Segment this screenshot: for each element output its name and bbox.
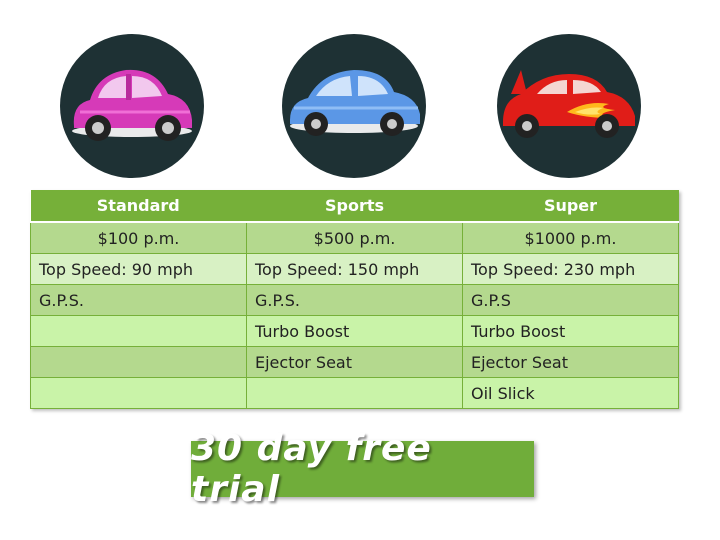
table-row-ejector: Ejector Seat Ejector Seat	[30, 346, 679, 378]
table-row-price: $100 p.m. $500 p.m. $1000 p.m.	[30, 221, 679, 254]
table-cell: Turbo Boost	[246, 315, 463, 347]
table-cell	[30, 377, 247, 409]
table-cell: Top Speed: 90 mph	[30, 253, 247, 285]
table-cell: G.P.S	[462, 284, 679, 316]
sports-car-badge	[282, 34, 426, 178]
header-sports: Sports	[246, 190, 463, 223]
price-super: $1000 p.m.	[462, 221, 679, 254]
table-cell: Oil Slick	[462, 377, 679, 409]
free-trial-banner: 30 day free trial	[191, 428, 534, 510]
table-cell	[30, 346, 247, 378]
red-flame-supercar-icon	[503, 70, 635, 138]
pricing-table: Standard Sports Super $100 p.m. $500 p.m…	[30, 190, 679, 409]
table-row-turbo: Turbo Boost Turbo Boost	[30, 315, 679, 347]
table-cell: Top Speed: 150 mph	[246, 253, 463, 285]
header-standard: Standard	[30, 190, 247, 223]
table-cell	[30, 315, 247, 347]
table-row-top-speed: Top Speed: 90 mph Top Speed: 150 mph Top…	[30, 253, 679, 285]
super-car-badge	[497, 34, 641, 178]
blue-sports-car-icon	[290, 70, 420, 136]
table-cell: Turbo Boost	[462, 315, 679, 347]
free-trial-text: 30 day free trial	[191, 428, 432, 510]
price-standard: $100 p.m.	[30, 221, 247, 254]
standard-car-badge	[60, 34, 204, 178]
price-sports: $500 p.m.	[246, 221, 463, 254]
table-cell: Ejector Seat	[462, 346, 679, 378]
header-super: Super	[462, 190, 679, 223]
table-header-row: Standard Sports Super	[30, 190, 679, 223]
table-cell	[246, 377, 463, 409]
pink-beetle-car-icon	[72, 69, 192, 141]
table-cell: Ejector Seat	[246, 346, 463, 378]
table-cell: G.P.S.	[30, 284, 247, 316]
table-cell: G.P.S.	[246, 284, 463, 316]
table-cell: Top Speed: 230 mph	[462, 253, 679, 285]
table-row-gps: G.P.S. G.P.S. G.P.S	[30, 284, 679, 316]
table-row-oil-slick: Oil Slick	[30, 377, 679, 409]
